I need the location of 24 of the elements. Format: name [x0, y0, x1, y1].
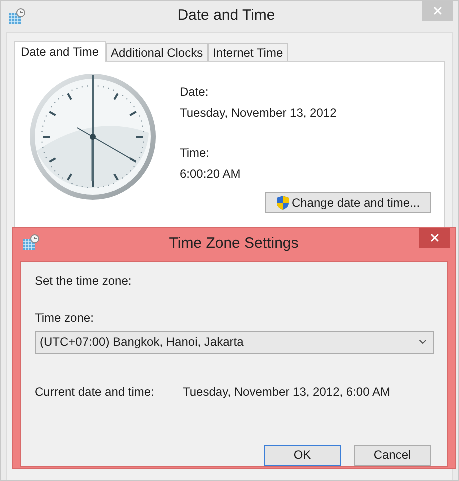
- current-date-time-value: Tuesday, November 13, 2012, 6:00 AM: [183, 384, 390, 400]
- tab[interactable]: Additional Clocks: [106, 43, 208, 61]
- current-date-time-label: Current date and time:: [35, 384, 156, 400]
- date-label: Date:: [180, 84, 210, 101]
- time-zone-label: Time zone:: [35, 310, 95, 326]
- time-label: Time:: [180, 145, 211, 162]
- ok-button[interactable]: OK: [264, 444, 341, 466]
- tab[interactable]: Date and Time: [14, 41, 106, 62]
- date-value: Tuesday, November 13, 2012: [180, 105, 338, 122]
- calendar-clock-icon: [22, 234, 40, 252]
- close-icon: [428, 232, 440, 244]
- tab[interactable]: Internet Time: [208, 43, 288, 61]
- change-date-time-button[interactable]: Change date and time...: [265, 192, 431, 213]
- shield-icon: [276, 194, 290, 210]
- instruction-text: Set the time zone:: [35, 272, 133, 290]
- close-button[interactable]: [419, 228, 450, 248]
- time-value: 6:00:20 AM: [180, 166, 242, 183]
- time-zone-select[interactable]: (UTC+07:00) Bangkok, Hanoi, Jakarta: [35, 330, 434, 354]
- dialog-title: Time Zone Settings: [168, 234, 300, 254]
- window-title: Date and Time: [176, 6, 276, 26]
- close-icon: [432, 5, 444, 17]
- calendar-clock-icon: [8, 8, 26, 26]
- time-zone-value: (UTC+07:00) Bangkok, Hanoi, Jakarta: [40, 334, 244, 351]
- cancel-button[interactable]: Cancel: [354, 444, 431, 466]
